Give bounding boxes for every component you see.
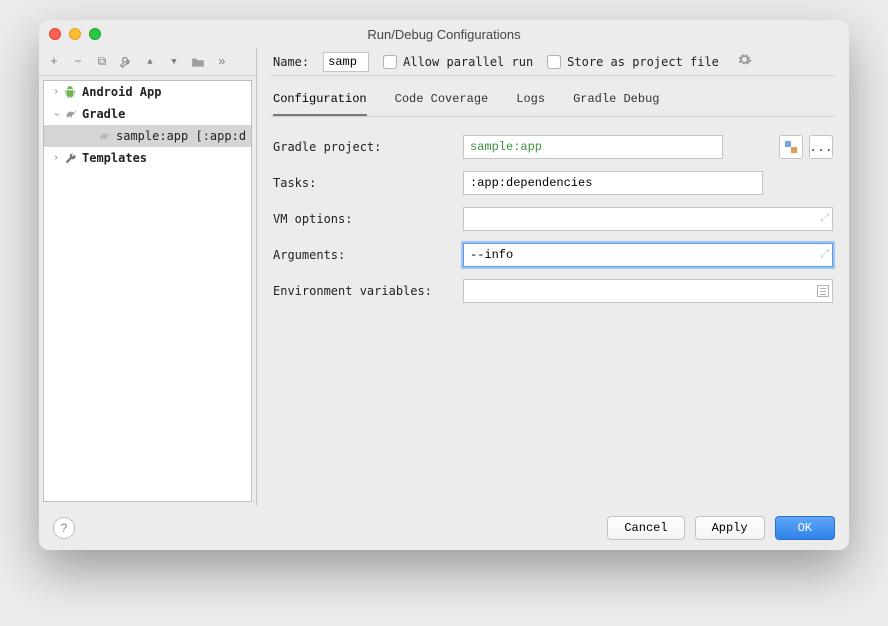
help-icon: ? bbox=[61, 521, 68, 535]
main-row: + − ⧉ ▲ ▼ » › bbox=[39, 48, 849, 506]
tabbar: Configuration Code Coverage Logs Gradle … bbox=[271, 76, 835, 117]
apply-button[interactable]: Apply bbox=[695, 516, 765, 540]
node-label: sample:app [:app:d bbox=[116, 129, 246, 143]
gear-icon[interactable] bbox=[737, 52, 752, 71]
gradle-icon bbox=[62, 107, 78, 121]
footer-left: ? bbox=[53, 517, 75, 539]
expand-icon[interactable]: » bbox=[215, 55, 229, 69]
wrench-icon[interactable] bbox=[119, 55, 133, 69]
copy-icon[interactable]: ⧉ bbox=[95, 55, 109, 69]
folder-icon[interactable] bbox=[191, 55, 205, 69]
arguments-label: Arguments: bbox=[273, 248, 453, 262]
cancel-button[interactable]: Cancel bbox=[607, 516, 684, 540]
expand-field-icon[interactable]: ⤢ bbox=[820, 249, 829, 261]
env-field-wrap bbox=[463, 279, 833, 303]
arguments-field-wrap: ⤢ bbox=[463, 243, 833, 267]
env-vars-label: Environment variables: bbox=[273, 284, 453, 298]
tasks-field-wrap bbox=[463, 171, 833, 195]
arguments-input[interactable] bbox=[463, 243, 833, 267]
checkbox-label: Allow parallel run bbox=[403, 55, 533, 69]
chevron-right-icon: › bbox=[50, 153, 62, 164]
footer: ? Cancel Apply OK bbox=[39, 506, 849, 550]
checkbox-box bbox=[547, 55, 561, 69]
up-icon[interactable]: ▲ bbox=[143, 55, 157, 69]
vm-field-wrap: ⤢ bbox=[463, 207, 833, 231]
list-edit-icon[interactable] bbox=[817, 283, 829, 299]
down-icon[interactable]: ▼ bbox=[167, 55, 181, 69]
expand-field-icon[interactable]: ⤢ bbox=[820, 213, 829, 225]
android-icon bbox=[62, 85, 78, 99]
project-picker-icon[interactable] bbox=[779, 135, 803, 159]
node-label: Templates bbox=[82, 151, 147, 165]
gradle-project-field-wrap bbox=[463, 135, 723, 159]
sidebar: + − ⧉ ▲ ▼ » › bbox=[39, 48, 257, 506]
tab-logs[interactable]: Logs bbox=[516, 92, 545, 117]
apply-label: Apply bbox=[712, 521, 748, 535]
node-label: Gradle bbox=[82, 107, 125, 121]
ok-label: OK bbox=[798, 521, 812, 535]
gradle-project-input[interactable] bbox=[463, 135, 723, 159]
env-vars-input[interactable] bbox=[463, 279, 833, 303]
gradle-project-label: Gradle project: bbox=[273, 140, 453, 154]
name-label: Name: bbox=[273, 55, 309, 69]
tab-configuration[interactable]: Configuration bbox=[273, 92, 367, 117]
vm-options-input[interactable] bbox=[463, 207, 833, 231]
tasks-label: Tasks: bbox=[273, 176, 453, 190]
allow-parallel-checkbox[interactable]: Allow parallel run bbox=[383, 55, 533, 69]
name-input[interactable] bbox=[323, 52, 369, 72]
dialog-window: Run/Debug Configurations + − ⧉ ▲ ▼ » bbox=[39, 20, 849, 550]
cancel-label: Cancel bbox=[624, 521, 667, 535]
chevron-right-icon: › bbox=[50, 87, 62, 98]
add-icon[interactable]: + bbox=[47, 55, 61, 69]
config-form: Gradle project: ?... Tasks: VM op bbox=[271, 117, 835, 303]
gradle-icon bbox=[96, 129, 112, 143]
tab-code-coverage[interactable]: Code Coverage bbox=[395, 92, 489, 117]
tree-node-templates[interactable]: › Templates bbox=[44, 147, 251, 169]
tasks-input[interactable] bbox=[463, 171, 763, 195]
checkbox-label: Store as project file bbox=[567, 55, 719, 69]
content: + − ⧉ ▲ ▼ » › bbox=[39, 48, 849, 550]
help-button[interactable]: ? bbox=[53, 517, 75, 539]
checkbox-box bbox=[383, 55, 397, 69]
node-label: Android App bbox=[82, 85, 161, 99]
browse-button[interactable]: ?... bbox=[809, 135, 833, 159]
gradle-project-buttons: ?... bbox=[779, 135, 833, 159]
window-title: Run/Debug Configurations bbox=[39, 27, 849, 42]
chevron-down-icon: › bbox=[51, 108, 62, 120]
tree-node-android[interactable]: › Android App bbox=[44, 81, 251, 103]
store-project-checkbox[interactable]: Store as project file bbox=[547, 55, 719, 69]
config-tree[interactable]: › Android App › Gradle bbox=[43, 80, 252, 502]
ok-button[interactable]: OK bbox=[775, 516, 835, 540]
tab-gradle-debug[interactable]: Gradle Debug bbox=[573, 92, 659, 117]
config-toolbar: + − ⧉ ▲ ▼ » bbox=[39, 48, 256, 76]
remove-icon[interactable]: − bbox=[71, 55, 85, 69]
name-row: Name: Allow parallel run Store as projec… bbox=[271, 48, 835, 76]
tree-node-gradle[interactable]: › Gradle bbox=[44, 103, 251, 125]
vm-options-label: VM options: bbox=[273, 212, 453, 226]
titlebar: Run/Debug Configurations bbox=[39, 20, 849, 48]
right-pane: Name: Allow parallel run Store as projec… bbox=[257, 48, 849, 506]
tree-node-gradle-child[interactable]: sample:app [:app:d bbox=[44, 125, 251, 147]
wrench-icon bbox=[62, 152, 78, 165]
